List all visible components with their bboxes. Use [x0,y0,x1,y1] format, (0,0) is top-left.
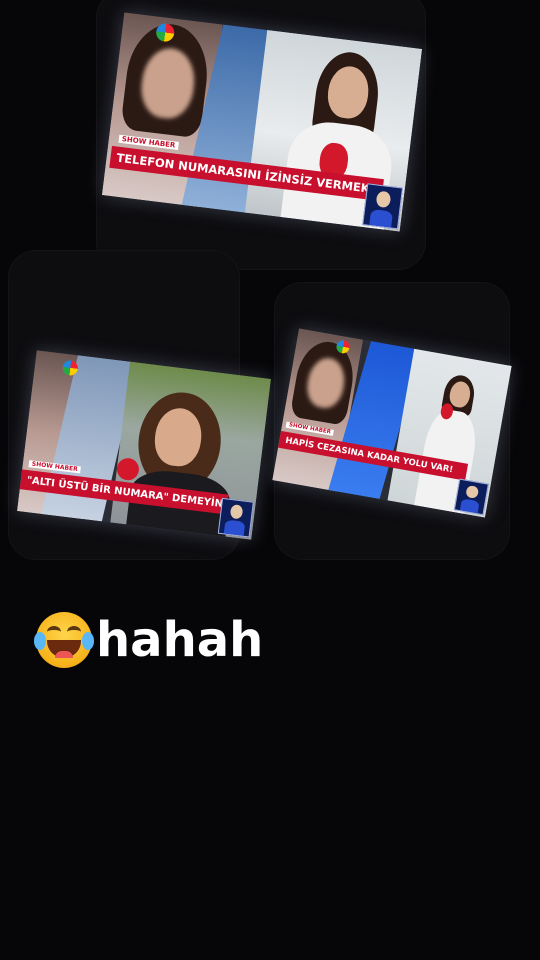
interpreter-body [459,498,480,514]
emoji-eye-right [67,626,81,638]
interpreter-face [375,190,392,208]
interpreter-body [369,208,393,228]
emoji-tear-right [82,632,94,650]
caption-text: hahah [96,612,264,668]
tv-screen-2: SHOW HABER "ALTI ÜSTÜ BİR NUMARA" DEMEYİ… [17,350,271,540]
interpreter-body [224,519,245,536]
interpreter-face [465,484,479,499]
tv-screen-1: SHOW HABER TELEFON NUMARASINI İZİNSİZ VE… [101,12,423,232]
emoji-mouth [47,640,81,658]
interpreter-face [229,504,244,520]
emoji-tongue [55,651,73,658]
face-with-tears-of-joy-icon [34,612,94,668]
emoji-tear-left [34,632,46,650]
sign-language-inset [217,497,254,538]
emoji-eye-left [47,626,61,638]
sign-language-inset [362,183,404,230]
story-caption: hahah [34,612,264,668]
sign-language-inset [453,478,489,516]
